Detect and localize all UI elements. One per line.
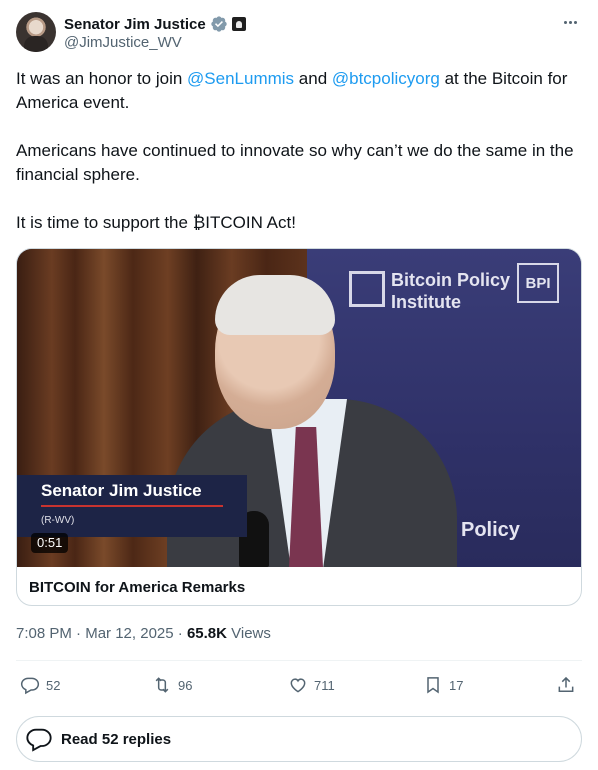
share-button[interactable] [556,672,576,698]
repost-icon [155,677,169,693]
mention-btcpolicyorg[interactable]: @btcpolicyorg [332,69,440,88]
read-replies-label: Read 52 replies [61,730,172,748]
bpi-logo-icon [349,271,385,307]
video-card[interactable]: Bitcoin Policy Institute BPI Policy Senat… [16,248,582,606]
lower-third-rule [41,505,223,507]
handle[interactable]: @JimJustice_WV [64,34,182,51]
share-icon [558,676,574,692]
verified-badge-icon [211,16,227,32]
tweet-paragraph-1: It was an honor to join @SenLummis and @… [16,67,586,115]
more-options-icon[interactable] [558,12,582,32]
text-segment: It was an honor to join [16,69,188,88]
action-bar: 52 96 711 17 [16,672,582,698]
divider [16,660,582,661]
text-segment: and [294,69,332,88]
tweet-time[interactable]: 7:08 PM [16,625,72,642]
reply-count: 52 [46,677,61,693]
avatar[interactable] [16,12,56,52]
lower-third-sub: (R-WV) [41,515,75,526]
mention-senlummis[interactable]: @SenLummis [187,69,294,88]
reply-icon [26,728,52,752]
repost-count: 96 [178,677,193,693]
speaker-hair [215,275,335,335]
bookmark-button[interactable]: 17 [423,672,463,698]
tweet-text: It was an honor to join @SenLummis and @… [16,67,586,259]
bookmark-count: 17 [449,677,464,693]
tweet-date[interactable]: Mar 12, 2025 [85,625,173,642]
meta-separator: · [71,625,86,642]
tweet-paragraph-3: It is time to support the ₿ITCOIN Act! [16,213,296,232]
lower-third-name: Senator Jim Justice [41,481,202,500]
heart-icon [290,678,306,693]
banner-org-line2: Institute [391,292,461,312]
views-label: Views [226,625,271,642]
reply-button[interactable]: 52 [20,672,60,698]
tweet-header: Senator Jim Justice @JimJustice_WV [16,12,582,54]
banner-org-line1: Bitcoin Policy [391,270,511,290]
repost-button[interactable]: 96 [152,672,192,698]
reply-icon [20,677,40,695]
like-count: 711 [314,677,335,693]
banner-partial-text: Policy [461,519,520,541]
tweet-meta: 7:08 PM · Mar 12, 2025 · 65.8K Views [16,625,271,642]
meta-separator: · [173,625,187,642]
views-count: 65.8K [186,625,227,642]
video-player[interactable]: Bitcoin Policy Institute BPI Policy Senat… [17,249,581,567]
government-affiliation-icon[interactable] [231,17,246,31]
tweet-paragraph-2: Americans have continued to innovate so … [16,141,574,184]
display-name[interactable]: Senator Jim Justice [64,16,206,33]
name-row: Senator Jim Justice [64,14,246,34]
banner-badge: BPI [517,263,559,303]
read-replies-button[interactable]: Read 52 replies [16,716,582,762]
card-title[interactable]: BITCOIN for America Remarks [29,579,245,596]
like-button[interactable]: 711 [288,672,335,698]
bookmark-icon [427,677,439,694]
video-duration: 0:51 [31,533,69,553]
banner-org-name: Bitcoin Policy Institute [391,269,510,313]
